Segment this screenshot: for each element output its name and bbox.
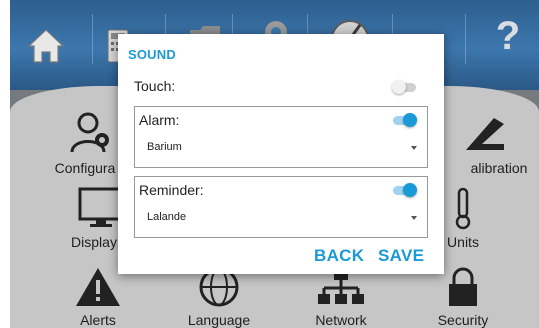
tile-security[interactable]: Security [408, 266, 518, 328]
reminder-section: Reminder: Lalande [134, 176, 428, 238]
tile-label: Language [187, 312, 251, 328]
thermometer-icon [455, 187, 471, 230]
chevron-down-icon [411, 216, 417, 220]
reminder-sound-select[interactable]: Lalande [147, 211, 419, 227]
touch-label: Touch: [134, 78, 176, 94]
tile-label: alibration [470, 160, 528, 176]
tile-label: Security [437, 312, 489, 328]
warning-icon [76, 268, 120, 306]
home-icon[interactable] [26, 26, 66, 66]
lock-icon [449, 267, 477, 306]
tile-alerts[interactable]: Alerts [43, 266, 153, 328]
alarm-label: Alarm: [139, 112, 180, 128]
users-gear-icon [70, 112, 109, 153]
touch-toggle[interactable] [392, 80, 418, 94]
tile-label: Alerts [80, 312, 116, 328]
sound-dialog: SOUND Touch: Alarm: Barium Reminder: Lal… [118, 34, 444, 274]
reminder-selected-value: Lalande [147, 211, 187, 223]
dialog-title: SOUND [128, 47, 176, 62]
back-button[interactable]: BACK [314, 246, 364, 266]
tile-label: Network [315, 312, 367, 328]
alarm-toggle[interactable] [391, 113, 417, 127]
alarm-sound-select[interactable]: Barium [147, 141, 419, 157]
tile-calibration[interactable]: alibration [430, 110, 539, 176]
chevron-down-icon [411, 146, 417, 150]
calipers-icon [466, 118, 504, 150]
alarm-selected-value: Barium [147, 141, 182, 153]
tile-language[interactable]: Language [164, 266, 274, 328]
reminder-toggle[interactable] [391, 183, 417, 197]
alarm-section: Alarm: Barium [134, 106, 428, 168]
tile-network[interactable]: Network [286, 266, 396, 328]
reminder-label: Reminder: [139, 182, 204, 198]
help-icon[interactable]: ? [488, 14, 528, 58]
save-button[interactable]: SAVE [378, 246, 424, 266]
